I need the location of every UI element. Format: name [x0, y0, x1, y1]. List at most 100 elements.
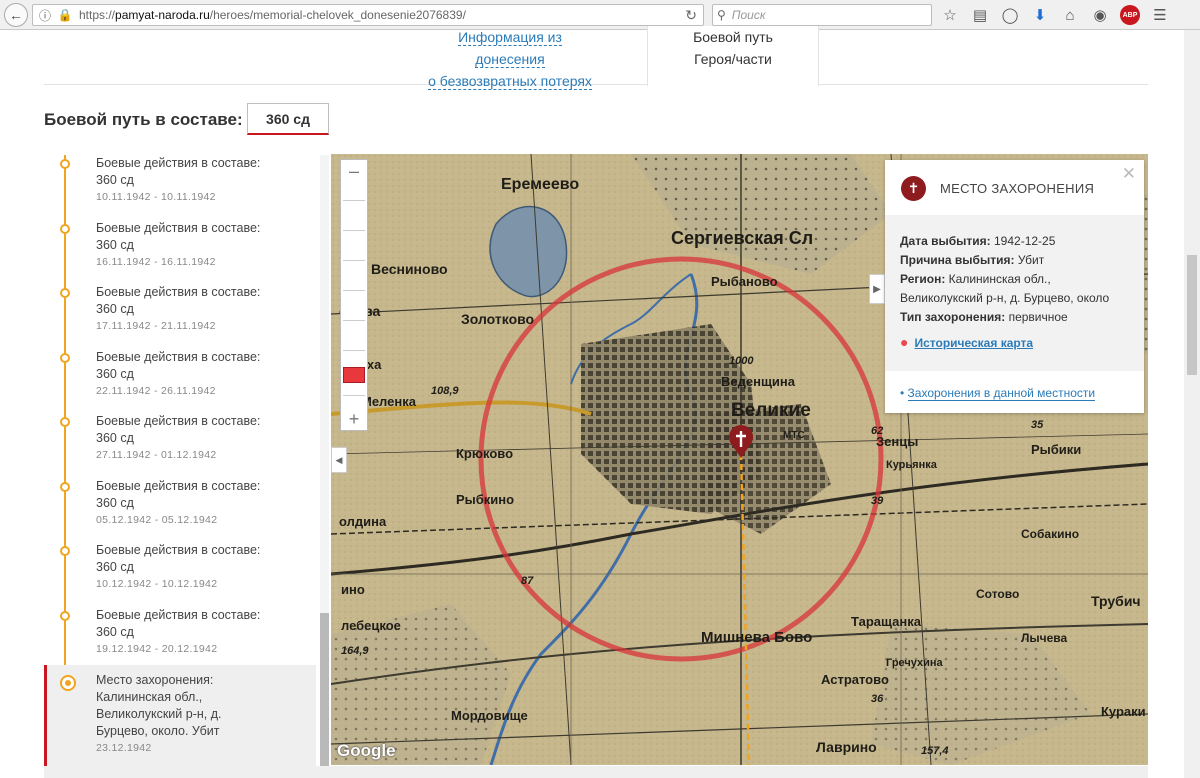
sidebar-scrollbar[interactable]	[320, 155, 329, 766]
lock-warning-icon[interactable]: 🔒	[57, 7, 73, 23]
timeline-item-date: 22.11.1942 - 26.11.1942	[96, 384, 216, 397]
timeline-item-title: Боевые действия в составе:	[96, 543, 261, 557]
map-label: Гречухина	[886, 657, 944, 669]
cross-icon: ✝	[901, 176, 926, 201]
info-icon[interactable]: ⓘ	[37, 7, 53, 23]
timeline-item[interactable]: Боевые действия в составе: 360 сд 19.12.19…	[44, 607, 316, 671]
star-icon[interactable]: ☆	[940, 5, 960, 25]
close-icon[interactable]: ✕	[1122, 164, 1136, 184]
timeline-item[interactable]: Боевые действия в составе: 360 сд 10.11.19…	[44, 155, 316, 219]
timeline-item-text: Боевые действия в составе: 360 сд 22.11.19…	[96, 349, 260, 400]
map-label: лебецкое	[341, 618, 401, 633]
departure-date-row: Дата выбытия: 1942-12-25	[900, 232, 1140, 251]
timeline-item[interactable]: Боевые действия в составе: 360 сд 27.11.19…	[44, 413, 316, 477]
back-button[interactable]: ←	[4, 3, 28, 27]
page-scrollbar[interactable]	[1184, 30, 1200, 778]
timeline-item[interactable]: Боевые действия в составе: 360 сд 10.12.19…	[44, 542, 316, 606]
zoom-notch[interactable]	[343, 200, 365, 201]
zoom-level-indicator[interactable]	[343, 367, 365, 383]
burial-marker[interactable]	[727, 425, 755, 459]
search-placeholder: Поиск	[731, 8, 766, 22]
map-label: Сотово	[976, 587, 1019, 601]
map-label: олдина	[339, 514, 387, 529]
timeline-item-unit: 360 сд	[96, 366, 134, 381]
timeline-item[interactable]: Боевые действия в составе: 360 сд 05.12.19…	[44, 478, 316, 542]
url-text[interactable]: https://pamyat-naroda.ru/heroes/memorial…	[79, 8, 466, 22]
timeline-item-title: Боевые действия в составе:	[96, 414, 261, 428]
menu-icon[interactable]: ☰	[1150, 5, 1170, 25]
timeline-item-text: Боевые действия в составе: 360 сд 10.11.19…	[96, 155, 260, 206]
page-bottom-band	[44, 766, 1148, 778]
zoom-control[interactable]: – +	[340, 159, 368, 431]
zoom-out-button[interactable]: –	[341, 160, 367, 182]
download-icon[interactable]: ⬇	[1030, 5, 1050, 25]
local-burials-link[interactable]: Захоронения в данной местности	[907, 386, 1096, 401]
map-elevation-label: 157,4	[921, 745, 949, 757]
timeline-item-title: Боевые действия в составе:	[96, 156, 261, 170]
timeline-item-unit: 360 сд	[96, 560, 134, 574]
map-label: Лычева	[1021, 631, 1068, 645]
tab-loss-report[interactable]: Информация из донесения о безвозвратных …	[422, 26, 598, 92]
map-elevation-label: 164,9	[341, 645, 369, 657]
page-scroll-thumb[interactable]	[1187, 255, 1197, 375]
timeline-dot	[60, 481, 70, 492]
map-elevation-label: 39	[871, 495, 884, 507]
collapse-sidebar-button[interactable]: ◀	[331, 447, 347, 473]
timeline-item-date: 10.12.1942 - 10.12.1942	[96, 578, 218, 590]
search-input[interactable]: ⚲ Поиск	[712, 4, 932, 26]
search-icon: ⚲	[717, 8, 726, 22]
historic-map-link[interactable]: Историческая карта	[914, 336, 1033, 350]
burial-type-row: Тип захоронения: первичное	[900, 308, 1140, 327]
reason-label: Причина выбытия:	[900, 253, 1015, 267]
sidebar-scroll-thumb[interactable]	[320, 613, 329, 766]
unit-selector[interactable]: 360 сд	[247, 103, 329, 135]
region-value-2: Великолукский р-н, д. Бурцево, около	[900, 291, 1110, 305]
map-elevation-label: 35	[1031, 419, 1044, 431]
reload-icon[interactable]: ↻	[685, 7, 697, 24]
popup-header: ✝ МЕСТО ЗАХОРОНЕНИЯ ✕	[885, 160, 1144, 215]
timeline-item[interactable]: Боевые действия в составе: 360 сд 17.11.19…	[44, 284, 316, 348]
map-label: Рыбаново	[711, 274, 778, 289]
zoom-in-button[interactable]: +	[341, 408, 367, 430]
zoom-notch[interactable]	[343, 260, 365, 261]
timeline-item-text: Боевые действия в составе: 360 сд 10.12.19…	[96, 542, 260, 593]
zoom-notch[interactable]	[343, 290, 365, 291]
timeline-item[interactable]: Боевые действия в составе: 360 сд 16.11.19…	[44, 220, 316, 284]
pocket-icon[interactable]: ◯	[1000, 5, 1020, 25]
tab-loss-report-line1[interactable]: Информация из донесения	[458, 29, 562, 68]
timeline-item[interactable]: Боевые действия в составе: 360 сд 22.11.19…	[44, 349, 316, 413]
zoom-notch[interactable]	[343, 395, 365, 396]
zoom-notch[interactable]	[343, 230, 365, 231]
address-bar[interactable]: ⓘ 🔒 https://pamyat-naroda.ru/heroes/memo…	[32, 4, 704, 26]
timeline-item-text: Боевые действия в составе: 360 сд 05.12.19…	[96, 478, 260, 529]
tab-loss-report-line2[interactable]: о безвозвратных потерях	[428, 73, 592, 90]
unit-selector-label: 360 сд	[266, 110, 310, 127]
timeline-item-unit: 360 сд	[96, 431, 134, 445]
map-label: Весниново	[371, 261, 448, 277]
timeline-item-date: 16.11.1942 - 16.11.1942	[96, 255, 216, 268]
timeline-item-date: 10.11.1942 - 10.11.1942	[96, 191, 216, 203]
timeline-item-text: Боевые действия в составе: 360 сд 17.11.19…	[96, 284, 260, 335]
map-label: Трубич	[1091, 593, 1141, 609]
page-tabs: Информация из донесения о безвозвратных …	[44, 26, 1148, 90]
map-label: Лаврино	[816, 739, 877, 755]
chat-icon[interactable]: ◉	[1090, 5, 1110, 25]
map-label: Мишнева Бово	[701, 629, 812, 646]
map-label: МТС	[783, 430, 805, 441]
timeline-dot	[60, 610, 70, 621]
map-label: Золотково	[461, 311, 534, 327]
zoom-notch[interactable]	[343, 350, 365, 351]
url-path: /heroes/memorial-chelovek_donesenie20768…	[209, 8, 466, 22]
timeline-dot	[60, 223, 70, 234]
adblock-icon[interactable]: ABP	[1120, 5, 1140, 25]
timeline-item-title: Боевые действия в составе:	[96, 607, 261, 622]
timeline-item-unit: 360 сд	[96, 237, 134, 252]
combat-path-title: Боевой путь в составе:	[44, 110, 243, 129]
home-icon[interactable]: ⌂	[1060, 5, 1080, 25]
reading-list-icon[interactable]: ▤	[970, 5, 990, 25]
timeline-item-burial[interactable]: Место захоронения: Калининская обл., Вел…	[44, 665, 316, 766]
expand-popup-button[interactable]: ▶	[869, 274, 885, 304]
tab-combat-path[interactable]: Боевой путь Героя/части	[647, 26, 819, 86]
timeline-dot	[60, 288, 70, 298]
zoom-notch[interactable]	[343, 320, 365, 321]
